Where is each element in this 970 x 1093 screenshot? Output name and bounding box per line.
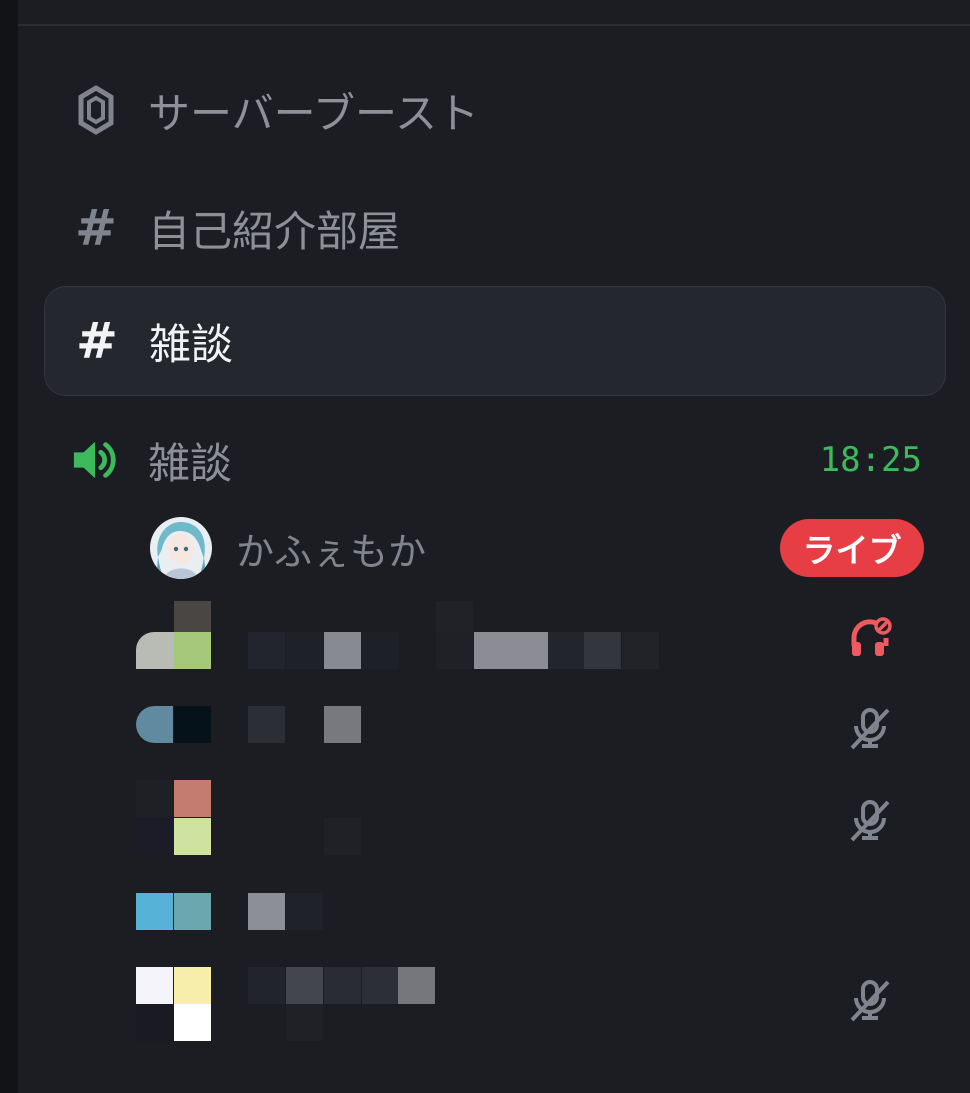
server-boost-icon [72, 85, 120, 135]
muted-mic-icon [850, 708, 890, 750]
voice-member[interactable] [136, 880, 936, 950]
deafened-headphones-icon [851, 617, 892, 656]
channel-label: 自己紹介部屋 [148, 206, 401, 256]
header-divider [18, 24, 970, 26]
voice-channel-chat[interactable]: 雑談 18:25 [44, 416, 946, 504]
channel-self-intro[interactable]: # 自己紹介部屋 [44, 184, 946, 272]
voice-elapsed-time: 18:25 [819, 440, 922, 480]
speaker-icon [72, 437, 120, 483]
hash-icon: # [75, 199, 117, 257]
voice-channel-label: 雑談 [148, 438, 233, 488]
avatar [150, 517, 212, 579]
muted-mic-icon [850, 800, 890, 842]
member-name: かふぇもか [236, 530, 427, 574]
channel-label: サーバーブースト [148, 88, 479, 138]
voice-member[interactable] [136, 690, 936, 760]
channel-label: 雑談 [149, 319, 234, 369]
server-list-edge [0, 0, 18, 1093]
hash-icon: # [76, 312, 118, 370]
voice-member[interactable] [136, 964, 936, 1044]
channel-server-boost[interactable]: サーバーブースト [44, 66, 946, 154]
muted-mic-icon [850, 980, 890, 1022]
channel-chat-selected[interactable]: # 雑談 [44, 286, 946, 396]
live-badge: ライブ [780, 519, 924, 577]
voice-member[interactable] [136, 598, 936, 672]
voice-member[interactable]: かふぇもか ライブ [136, 509, 936, 585]
voice-member[interactable] [136, 776, 936, 864]
